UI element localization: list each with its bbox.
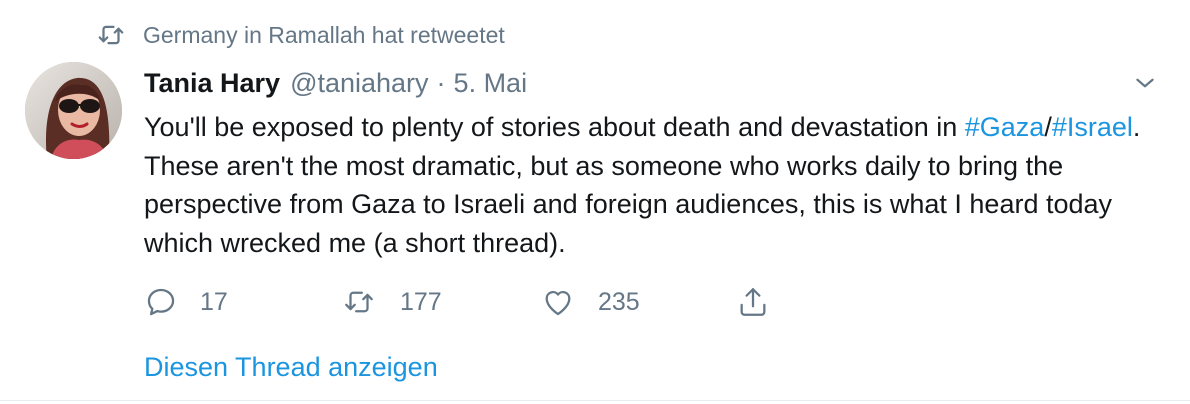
tweet-divider — [0, 400, 1190, 401]
reply-button[interactable]: 17 — [144, 282, 228, 322]
tweet-text: You'll be exposed to plenty of stories a… — [144, 108, 1174, 262]
like-count: 235 — [598, 287, 640, 316]
share-icon — [740, 288, 766, 316]
tweet-timestamp[interactable]: 5. Mai — [454, 68, 528, 99]
reply-icon — [147, 288, 175, 316]
show-thread-link[interactable]: Diesen Thread anzeigen — [144, 352, 438, 383]
retweet-icon — [345, 291, 373, 313]
tweet-actions: 17 177 235 — [144, 282, 784, 322]
tweet[interactable]: Germany in Ramallah hat retweetet Tania … — [0, 0, 1190, 404]
avatar[interactable] — [25, 62, 122, 159]
retweet-context: Germany in Ramallah hat retweetet — [96, 20, 505, 50]
retweet-icon — [96, 20, 126, 50]
tweet-text-line1: You'll be exposed to plenty of stories a… — [144, 112, 965, 142]
chevron-down-icon — [1136, 78, 1154, 88]
header-separator: · — [436, 67, 446, 98]
reply-count: 17 — [200, 287, 228, 316]
retweet-button[interactable]: 177 — [340, 282, 442, 322]
more-options-caret[interactable] — [1130, 68, 1160, 98]
tweet-header: Tania Hary @taniahary · 5. Mai — [144, 64, 527, 102]
retweet-count: 177 — [400, 287, 442, 316]
hashtag-israel[interactable]: #Israel — [1052, 112, 1133, 142]
retweet-context-text[interactable]: Germany in Ramallah hat retweetet — [143, 22, 505, 49]
like-button[interactable]: 235 — [540, 282, 640, 322]
hashtag-gaza[interactable]: #Gaza — [965, 112, 1045, 142]
heart-icon — [545, 291, 571, 316]
hashtag-slash: / — [1044, 112, 1052, 142]
share-button[interactable] — [736, 282, 770, 322]
author-handle[interactable]: @taniahary — [290, 68, 428, 99]
author-name[interactable]: Tania Hary — [144, 68, 280, 99]
